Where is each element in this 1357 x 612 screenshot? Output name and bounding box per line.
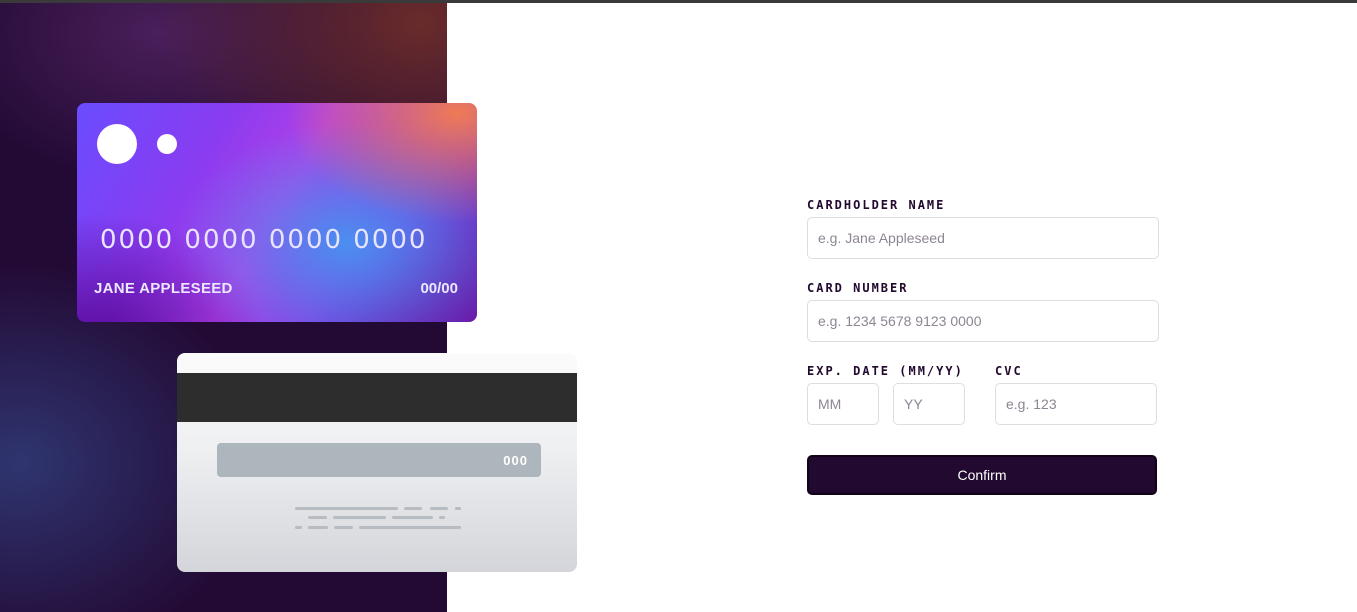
decorative-line [308,526,328,529]
decorative-line [333,516,386,519]
decorative-line [295,526,302,529]
decorative-line [308,516,327,519]
card-expiry-display: 00/00 [420,280,458,297]
card-number-display: 0000 0000 0000 0000 [100,225,428,255]
cardholder-name-label: CARDHOLDER NAME [807,198,946,212]
expiry-year-input[interactable] [893,383,965,425]
confirm-button[interactable]: Confirm [807,455,1157,495]
decorative-line [430,507,448,510]
cardholder-name-display: JANE APPLESEED [94,280,233,297]
decorative-line [392,516,433,519]
decorative-line [359,526,461,529]
cardholder-name-input[interactable] [807,217,1159,259]
card-back-preview: 000 [177,353,577,572]
decorative-line [404,507,422,510]
signature-strip: 000 [217,443,541,477]
card-number-label: CARD NUMBER [807,281,909,295]
cvc-label: CVC [995,364,1023,378]
decorative-line [295,507,398,510]
expiry-month-input[interactable] [807,383,879,425]
card-front-preview: 0000 0000 0000 0000 JANE APPLESEED 00/00 [77,103,477,322]
magnetic-stripe [177,373,577,422]
decorative-line [334,526,353,529]
card-number-input[interactable] [807,300,1159,342]
cvc-display: 000 [503,453,528,468]
decorative-line [455,507,461,510]
cvc-input[interactable] [995,383,1157,425]
expiry-date-label: EXP. DATE (MM/YY) [807,364,964,378]
decorative-line [439,516,445,519]
card-logo-small-circle-icon [157,134,177,154]
card-logo-large-circle-icon [97,124,137,164]
